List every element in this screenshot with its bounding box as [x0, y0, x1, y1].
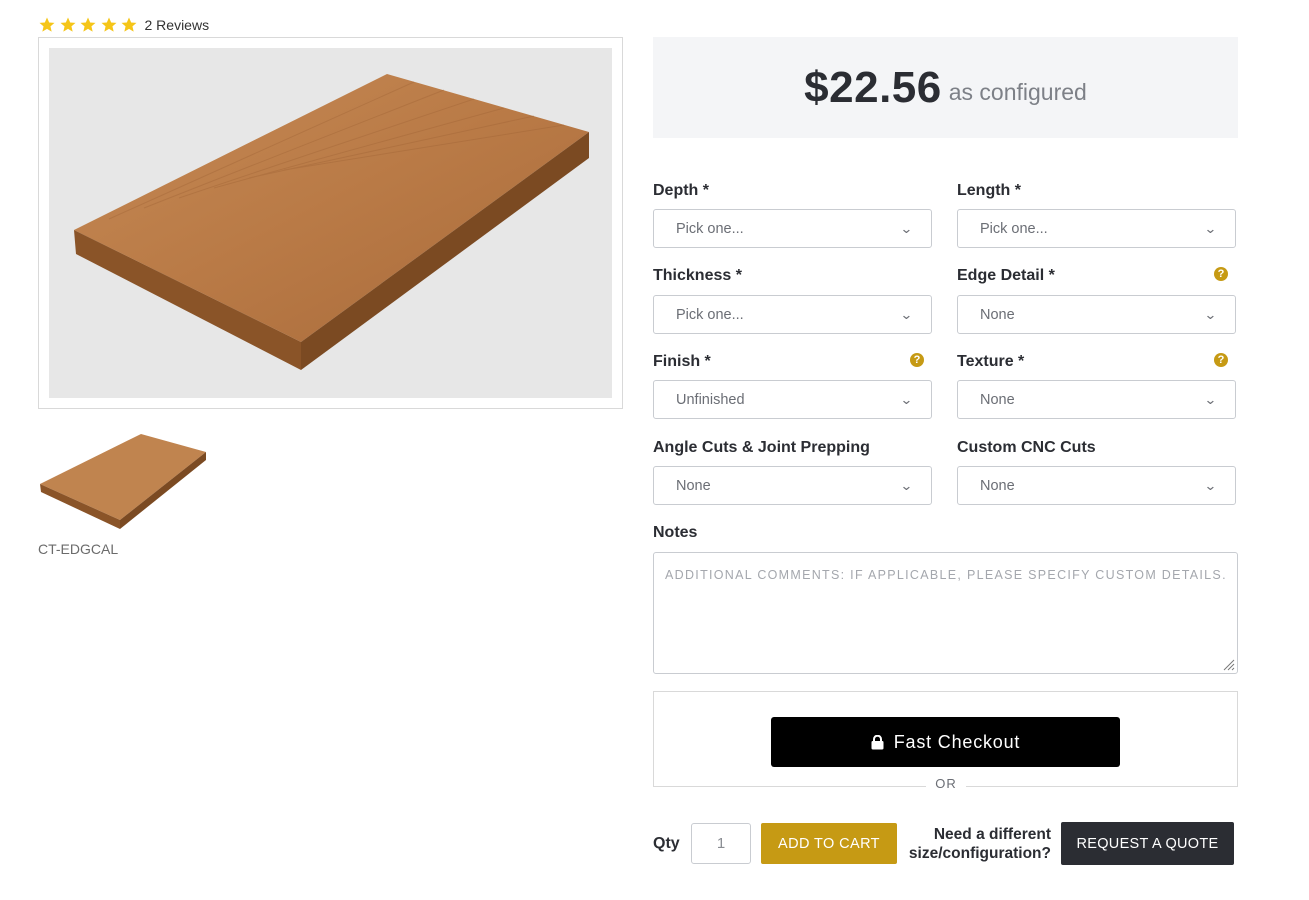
star-icon — [121, 17, 137, 32]
fast-checkout-button[interactable]: Fast Checkout — [771, 717, 1120, 767]
qty-label: Qty — [653, 835, 680, 852]
thickness-label: Thickness * — [653, 267, 742, 284]
depth-label: Depth * — [653, 182, 709, 199]
fast-checkout-label: Fast Checkout — [893, 731, 1021, 752]
butcher-block-thumbnail — [40, 434, 206, 529]
finish-select[interactable]: Unfinished ⌄ — [653, 380, 932, 419]
chevron-down-icon: ⌄ — [1204, 392, 1218, 407]
star-icon — [60, 17, 75, 32]
finish-select-value: Unfinished — [676, 391, 745, 408]
product-image-frame — [38, 37, 623, 409]
custom-size-prompt: Need a different size/configuration? — [896, 825, 1051, 863]
angle-cuts-select[interactable]: None ⌄ — [653, 466, 932, 505]
or-divider: OR — [926, 776, 966, 791]
chevron-down-icon: ⌄ — [900, 392, 914, 407]
notes-textarea[interactable]: ADDITIONAL COMMENTS: IF APPLICABLE, PLEA… — [653, 552, 1238, 674]
chevron-down-icon: ⌄ — [900, 307, 914, 322]
cnc-cuts-label: Custom CNC Cuts — [957, 439, 1096, 456]
custom-size-prompt-line2: size/configuration? — [908, 845, 1051, 862]
help-icon[interactable]: ? — [1214, 353, 1228, 367]
request-quote-button[interactable]: REQUEST A QUOTE — [1061, 822, 1234, 865]
length-label: Length * — [957, 182, 1021, 199]
reviews-link[interactable]: 2 Reviews — [145, 17, 210, 33]
angle-cuts-select-value: None — [676, 477, 711, 494]
chevron-down-icon: ⌄ — [1204, 307, 1218, 322]
cnc-cuts-select[interactable]: None ⌄ — [957, 466, 1236, 505]
price-suffix: as configured — [948, 79, 1087, 105]
thickness-select-value: Pick one... — [676, 306, 744, 323]
qty-value: 1 — [716, 835, 726, 852]
chevron-down-icon: ⌄ — [1204, 221, 1218, 236]
chevron-down-icon: ⌄ — [1204, 478, 1218, 493]
product-thumbnail[interactable] — [38, 430, 208, 534]
depth-select[interactable]: Pick one... ⌄ — [653, 209, 932, 248]
texture-select-value: None — [980, 391, 1015, 408]
product-sku: CT-EDGCAL — [38, 541, 119, 557]
edge-detail-label: Edge Detail * — [957, 267, 1055, 284]
price-box: $22.56 as configured — [653, 37, 1238, 138]
texture-select[interactable]: None ⌄ — [957, 380, 1236, 419]
edge-detail-select[interactable]: None ⌄ — [957, 295, 1236, 334]
star-icon — [80, 17, 96, 32]
chevron-down-icon: ⌄ — [900, 221, 914, 236]
butcher-block-image — [74, 74, 589, 370]
notes-label: Notes — [653, 524, 698, 541]
star-icon — [39, 17, 55, 32]
price-amount: $22.56 — [804, 62, 942, 112]
length-select[interactable]: Pick one... ⌄ — [957, 209, 1236, 248]
depth-select-value: Pick one... — [676, 220, 744, 237]
edge-detail-select-value: None — [980, 306, 1015, 323]
notes-placeholder: ADDITIONAL COMMENTS: IF APPLICABLE, PLEA… — [665, 568, 1227, 582]
resize-grip-icon[interactable] — [1223, 659, 1235, 671]
qty-input[interactable]: 1 — [691, 823, 751, 864]
cnc-cuts-select-value: None — [980, 477, 1015, 494]
rating: 2 Reviews — [38, 16, 209, 34]
add-to-cart-button[interactable]: ADD TO CART — [761, 823, 897, 864]
product-image[interactable] — [49, 48, 612, 398]
angle-cuts-label: Angle Cuts & Joint Prepping — [653, 439, 870, 456]
thickness-select[interactable]: Pick one... ⌄ — [653, 295, 932, 334]
help-icon[interactable]: ? — [1214, 267, 1228, 281]
lock-icon — [871, 734, 884, 749]
chevron-down-icon: ⌄ — [900, 478, 914, 493]
help-icon[interactable]: ? — [910, 353, 924, 367]
finish-label: Finish * — [653, 353, 711, 370]
star-icon — [101, 17, 116, 32]
custom-size-prompt-line1: Need a different — [933, 826, 1051, 843]
texture-label: Texture * — [957, 353, 1025, 370]
length-select-value: Pick one... — [980, 220, 1048, 237]
